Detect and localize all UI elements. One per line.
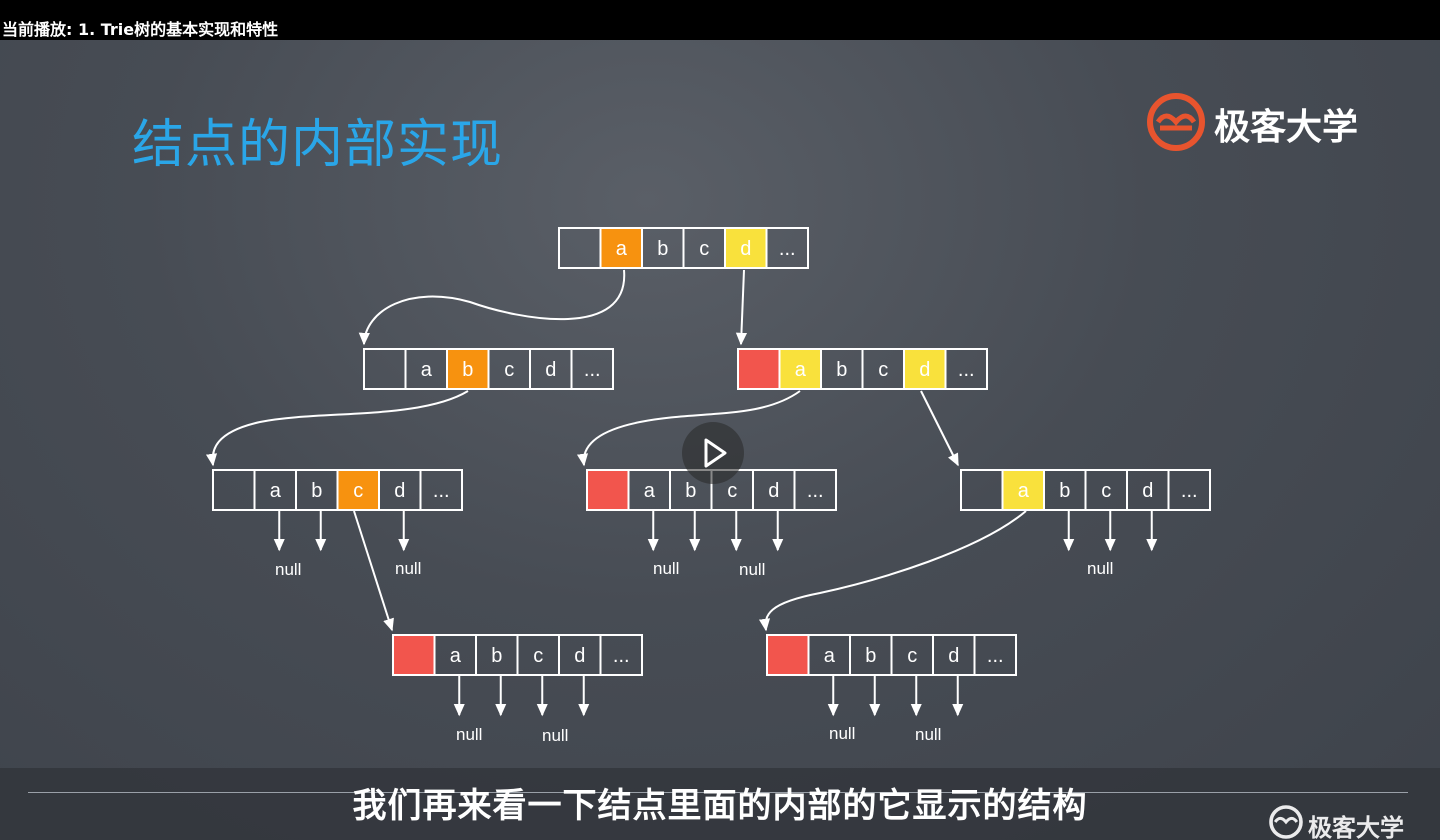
cell-label: a xyxy=(270,480,282,502)
trie-edge xyxy=(735,269,748,346)
trie-node-n-d: a b c d... xyxy=(737,348,988,390)
null-label: null xyxy=(915,725,941,744)
watermark-text: 极客大学 xyxy=(1308,814,1404,840)
cell-label: d xyxy=(574,645,585,667)
cell-label: ... xyxy=(1181,480,1198,502)
cell-label: a xyxy=(450,645,462,667)
node-flag-cell xyxy=(363,348,407,390)
trie-node-n-ab: a b c d... xyxy=(212,469,463,511)
node-flag-cell xyxy=(737,348,781,390)
node-flag-cell xyxy=(586,469,630,511)
trie-edge xyxy=(205,390,469,467)
cell-label: ... xyxy=(433,480,450,502)
null-label: null xyxy=(739,560,765,579)
cell-label: a xyxy=(1018,480,1030,502)
cell-label: d xyxy=(740,238,751,260)
cell-label: ... xyxy=(779,238,796,260)
cell-label: c xyxy=(699,238,709,260)
play-button[interactable] xyxy=(682,422,744,484)
cell-label: ... xyxy=(613,645,630,667)
cell-label: a xyxy=(616,238,628,260)
trie-edge xyxy=(358,269,626,346)
null-label: null xyxy=(1087,559,1113,578)
cell-label: b xyxy=(462,359,473,381)
cell-label: a xyxy=(644,480,656,502)
cell-label: a xyxy=(824,645,836,667)
cell-label: c xyxy=(533,645,543,667)
trie-edge xyxy=(920,390,959,467)
video-subtitle: 我们再来看一下结点里面的内部的它显示的结构 xyxy=(352,786,1088,826)
node-flag-cell xyxy=(558,227,602,269)
cell-label: d xyxy=(768,480,779,502)
cell-label: a xyxy=(795,359,807,381)
null-label: null xyxy=(542,726,568,745)
cell-label: c xyxy=(353,480,363,502)
play-icon xyxy=(704,438,727,468)
top-bar: 当前播放: 1. Trie树的基本实现和特性 xyxy=(0,0,1440,40)
node-flag-cell xyxy=(392,634,436,676)
cell-label: d xyxy=(394,480,405,502)
cell-label: c xyxy=(504,359,514,381)
cell-label: b xyxy=(836,359,847,381)
cell-label: ... xyxy=(987,645,1004,667)
cell-label: d xyxy=(1142,480,1153,502)
trie-node-n-dd: a b c d... xyxy=(960,469,1211,511)
watermark: 极客大学 xyxy=(1268,804,1438,840)
cell-label: d xyxy=(545,359,556,381)
trie-node-n-a: a b c d... xyxy=(363,348,614,390)
null-label: null xyxy=(395,559,421,578)
trie-node-n-abc: a b c d... xyxy=(392,634,643,676)
cell-label: a xyxy=(421,359,433,381)
cell-label: b xyxy=(311,480,322,502)
null-label: null xyxy=(456,725,482,744)
null-label: null xyxy=(653,559,679,578)
cell-label: ... xyxy=(958,359,975,381)
trie-edge xyxy=(758,510,1027,632)
cell-label: b xyxy=(865,645,876,667)
cell-label: b xyxy=(491,645,502,667)
trie-edge xyxy=(353,510,394,632)
cell-label: c xyxy=(907,645,917,667)
node-flag-cell xyxy=(766,634,810,676)
trie-node-n-dda: a b c d... xyxy=(766,634,1017,676)
cell-label: c xyxy=(878,359,888,381)
null-label: null xyxy=(829,724,855,743)
cell-label: b xyxy=(657,238,668,260)
null-label: null xyxy=(275,560,301,579)
trie-node-root: a b c d... xyxy=(558,227,809,269)
node-flag-cell xyxy=(212,469,256,511)
node-flag-cell xyxy=(960,469,1004,511)
cell-label: ... xyxy=(807,480,824,502)
watermark-logo-icon xyxy=(1269,805,1303,839)
cell-label: ... xyxy=(584,359,601,381)
video-player[interactable]: 结点的内部实现 极客大学 a b c d... a b c d... a b c d... a b c d..… xyxy=(0,40,1440,840)
cell-label: d xyxy=(948,645,959,667)
cell-label: c xyxy=(1101,480,1111,502)
cell-label: b xyxy=(1059,480,1070,502)
now-playing-label: 当前播放: 1. Trie树的基本实现和特性 xyxy=(2,20,279,39)
cell-label: d xyxy=(919,359,930,381)
